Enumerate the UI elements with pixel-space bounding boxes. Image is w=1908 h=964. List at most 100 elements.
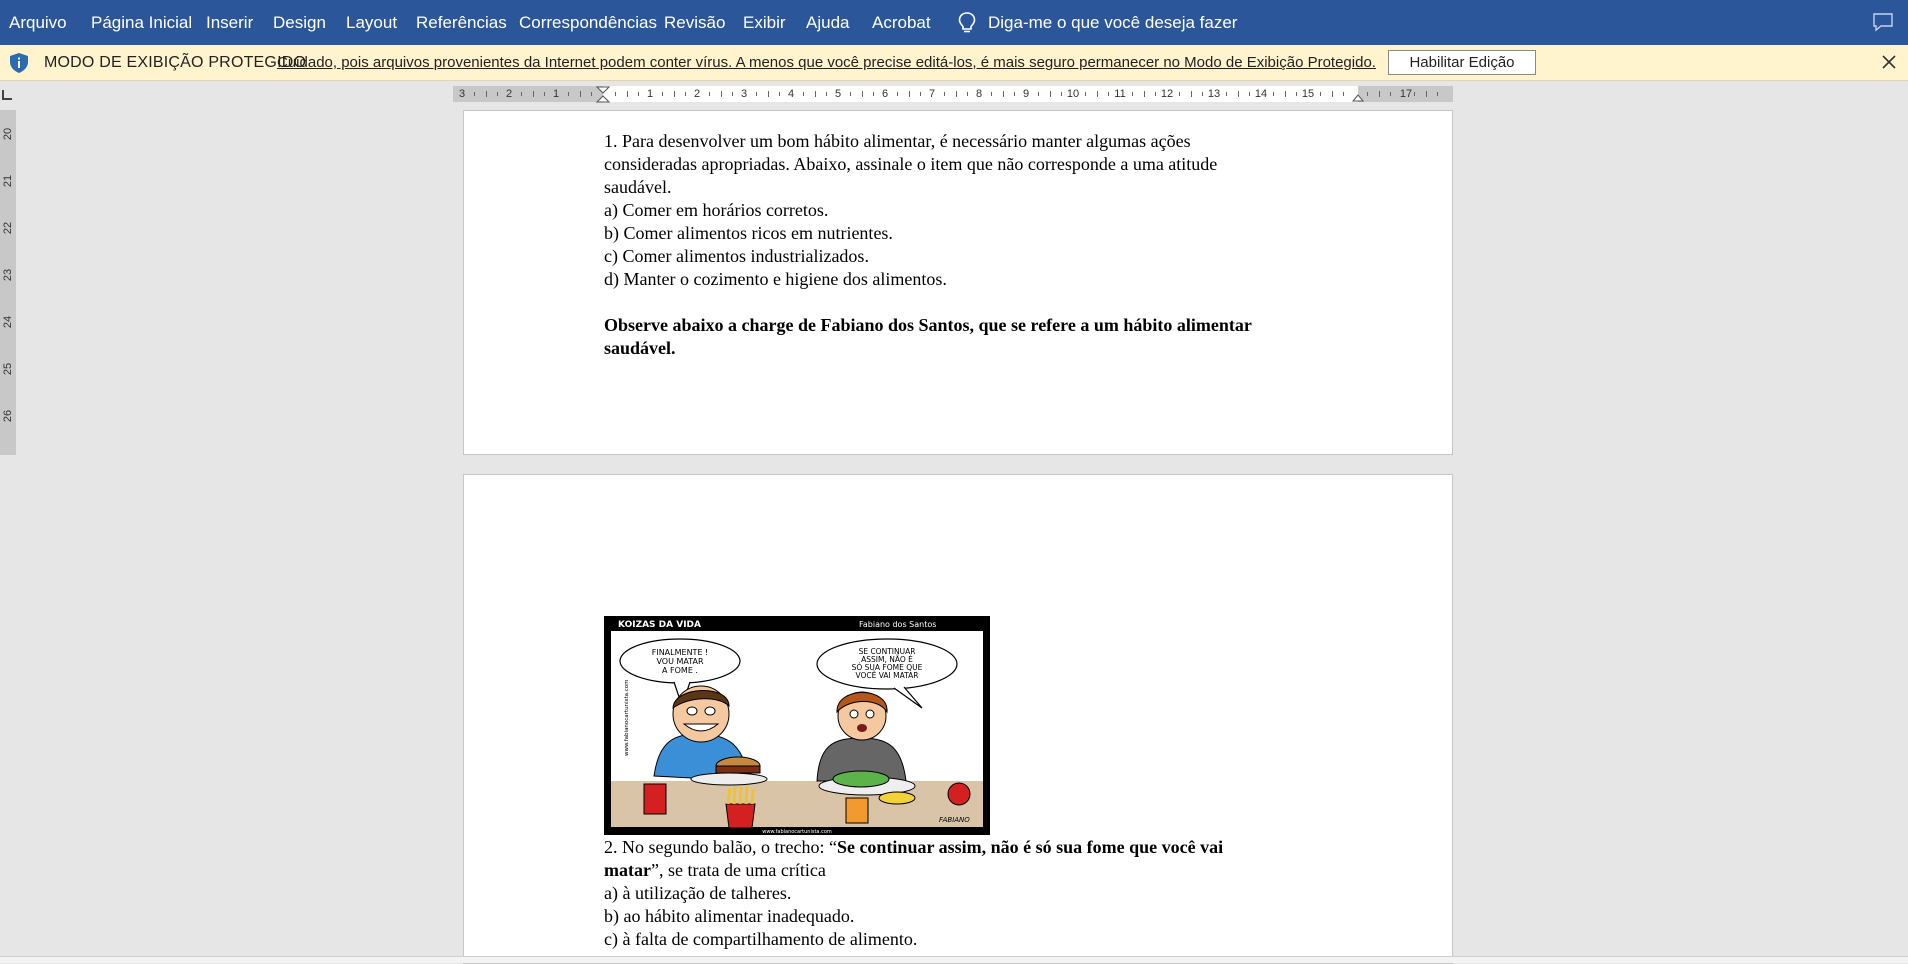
ruler-number: 8 <box>975 88 983 100</box>
ruler-number: 15 <box>1301 88 1315 100</box>
vertical-ruler[interactable]: 20 21 22 23 24 25 26 <box>0 110 16 455</box>
ruler-number: 6 <box>881 88 889 100</box>
ruler-tick <box>732 92 733 96</box>
ruler-tick <box>685 92 686 96</box>
tab-correspondencias[interactable]: Correspondências <box>519 0 657 45</box>
ruler-tick <box>1343 92 1344 96</box>
ruler-tick <box>873 92 874 96</box>
ruler-number: 24 <box>2 315 14 329</box>
tab-arquivo[interactable]: Arquivo <box>9 0 67 45</box>
ruler-tick <box>1061 92 1062 96</box>
cartoon-website-side: www.fabianocartunista.com <box>624 680 630 756</box>
ruler-tick <box>615 92 616 96</box>
ruler-tick <box>1050 91 1051 97</box>
ruler-tick <box>1238 91 1239 97</box>
enable-editing-button[interactable]: Habilitar Edição <box>1388 50 1536 75</box>
option-c: c) à falta de compartilhamento de alimen… <box>604 929 918 949</box>
indent-marker-icon[interactable] <box>596 86 610 110</box>
ruler-tick <box>1014 92 1015 96</box>
ruler-tick <box>991 92 992 96</box>
ruler-tick <box>897 92 898 96</box>
ruler-number: 22 <box>2 221 14 235</box>
tab-ajuda[interactable]: Ajuda <box>806 0 849 45</box>
tab-design[interactable]: Design <box>273 0 326 45</box>
ruler-number: 17 <box>1399 88 1413 100</box>
tab-layout[interactable]: Layout <box>346 0 397 45</box>
ruler-tick <box>474 92 475 96</box>
ruler-number: 20 <box>2 127 14 141</box>
ruler-number: 21 <box>2 174 14 188</box>
ruler-tick <box>1097 91 1098 97</box>
ruler-tick <box>662 92 663 96</box>
tab-referencias[interactable]: Referências <box>416 0 507 45</box>
comment-icon[interactable] <box>1872 12 1894 32</box>
ruler-number: 25 <box>2 362 14 376</box>
tab-acrobat[interactable]: Acrobat <box>872 0 931 45</box>
ribbon-menu-bar: Arquivo Página Inicial Inserir Design La… <box>0 0 1908 45</box>
tab-revisao[interactable]: Revisão <box>664 0 725 45</box>
question-2-quote: Se continuar assim, não é só sua fome qu… <box>836 837 1224 857</box>
tab-pagina-inicial[interactable]: Página Inicial <box>91 0 192 45</box>
observe-instruction: Observe abaixo a charge de Fabiano dos S… <box>604 315 1252 335</box>
ruler-tick <box>1132 92 1133 96</box>
ruler-number: 13 <box>1207 88 1221 100</box>
ruler-number: 3 <box>458 88 466 100</box>
balloon-1-text: VOU MATAR <box>656 657 704 666</box>
ruler-tick <box>544 92 545 96</box>
ruler-number: 11 <box>1114 88 1126 100</box>
balloon-1-text: FINALMENTE ! <box>652 648 709 657</box>
lightbulb-icon <box>958 11 976 32</box>
ruler-number: 2 <box>505 88 513 100</box>
tab-exibir[interactable]: Exibir <box>743 0 786 45</box>
ruler-tick <box>862 91 863 97</box>
ruler-tick <box>1296 92 1297 96</box>
tab-selector-icon[interactable] <box>2 90 12 100</box>
ruler-number: 14 <box>1254 88 1268 100</box>
cartoon-image: KOIZAS DA VIDA Fabiano dos Santos FINALM… <box>604 616 990 835</box>
question-1[interactable]: 1. Para desenvolver um bom hábito alimen… <box>604 130 1252 360</box>
ruler-tick <box>721 91 722 97</box>
ruler-tick <box>497 92 498 96</box>
right-indent-marker-icon[interactable] <box>1352 94 1364 102</box>
ruler-tick <box>1226 92 1227 96</box>
ruler-tick <box>768 91 769 97</box>
tab-inserir[interactable]: Inserir <box>206 0 253 45</box>
ruler-number: 7 <box>928 88 936 100</box>
ruler-number: 4 <box>787 88 795 100</box>
ruler-tick <box>1332 91 1333 97</box>
ruler-tick <box>521 92 522 96</box>
option-b: b) Comer alimentos ricos em nutrientes. <box>604 223 893 243</box>
question-2-quote: matar <box>604 860 651 880</box>
question-2[interactable]: 2. No segundo balão, o trecho: “Se conti… <box>604 836 1223 951</box>
close-icon[interactable] <box>1880 53 1898 71</box>
ruler-number: 2 <box>693 88 701 100</box>
ruler-number: 10 <box>1066 88 1080 100</box>
protected-view-bar: MODO DE EXIBIÇÃO PROTEGIDO Cuidado, pois… <box>0 45 1908 81</box>
option-a: a) à utilização de talheres. <box>604 883 792 903</box>
option-b: b) ao hábito alimentar inadequado. <box>604 906 855 926</box>
ruler-tick <box>1273 92 1274 96</box>
protected-view-message[interactable]: Cuidado, pois arquivos provenientes da I… <box>277 45 1376 80</box>
question-1-text: consideradas apropriadas. Abaixo, assina… <box>604 154 1218 174</box>
cartoon-author: Fabiano dos Santos <box>859 620 936 629</box>
horizontal-ruler[interactable]: 3 2 1 1 2 3 4 5 6 7 8 9 10 11 12 13 14 1… <box>453 86 1453 103</box>
balloon-1-text: A FOME . <box>662 666 698 675</box>
tell-me-search[interactable]: Diga-me o que você deseja fazer <box>958 0 1237 45</box>
ruler-tick <box>486 91 487 97</box>
option-a: a) Comer em horários corretos. <box>604 200 829 220</box>
ruler-tick <box>967 92 968 96</box>
ruler-number: 12 <box>1160 88 1174 100</box>
option-d: d) Manter o cozimento e higiene dos alim… <box>604 269 947 289</box>
ruler-tick <box>568 92 569 96</box>
ruler-tick <box>1379 91 1380 97</box>
tell-me-label: Diga-me o que você deseja fazer <box>988 12 1238 32</box>
ruler-tick <box>709 92 710 96</box>
ruler-tick <box>956 91 957 97</box>
ruler-tick <box>1414 92 1415 96</box>
ruler-tick <box>1437 92 1438 96</box>
observe-instruction: saudável. <box>604 338 676 358</box>
question-2-stem: matar”, se trata de uma crítica <box>604 859 1223 882</box>
ruler-tick <box>627 91 628 97</box>
ruler-tick <box>1390 92 1391 96</box>
ruler-tick <box>1179 92 1180 96</box>
